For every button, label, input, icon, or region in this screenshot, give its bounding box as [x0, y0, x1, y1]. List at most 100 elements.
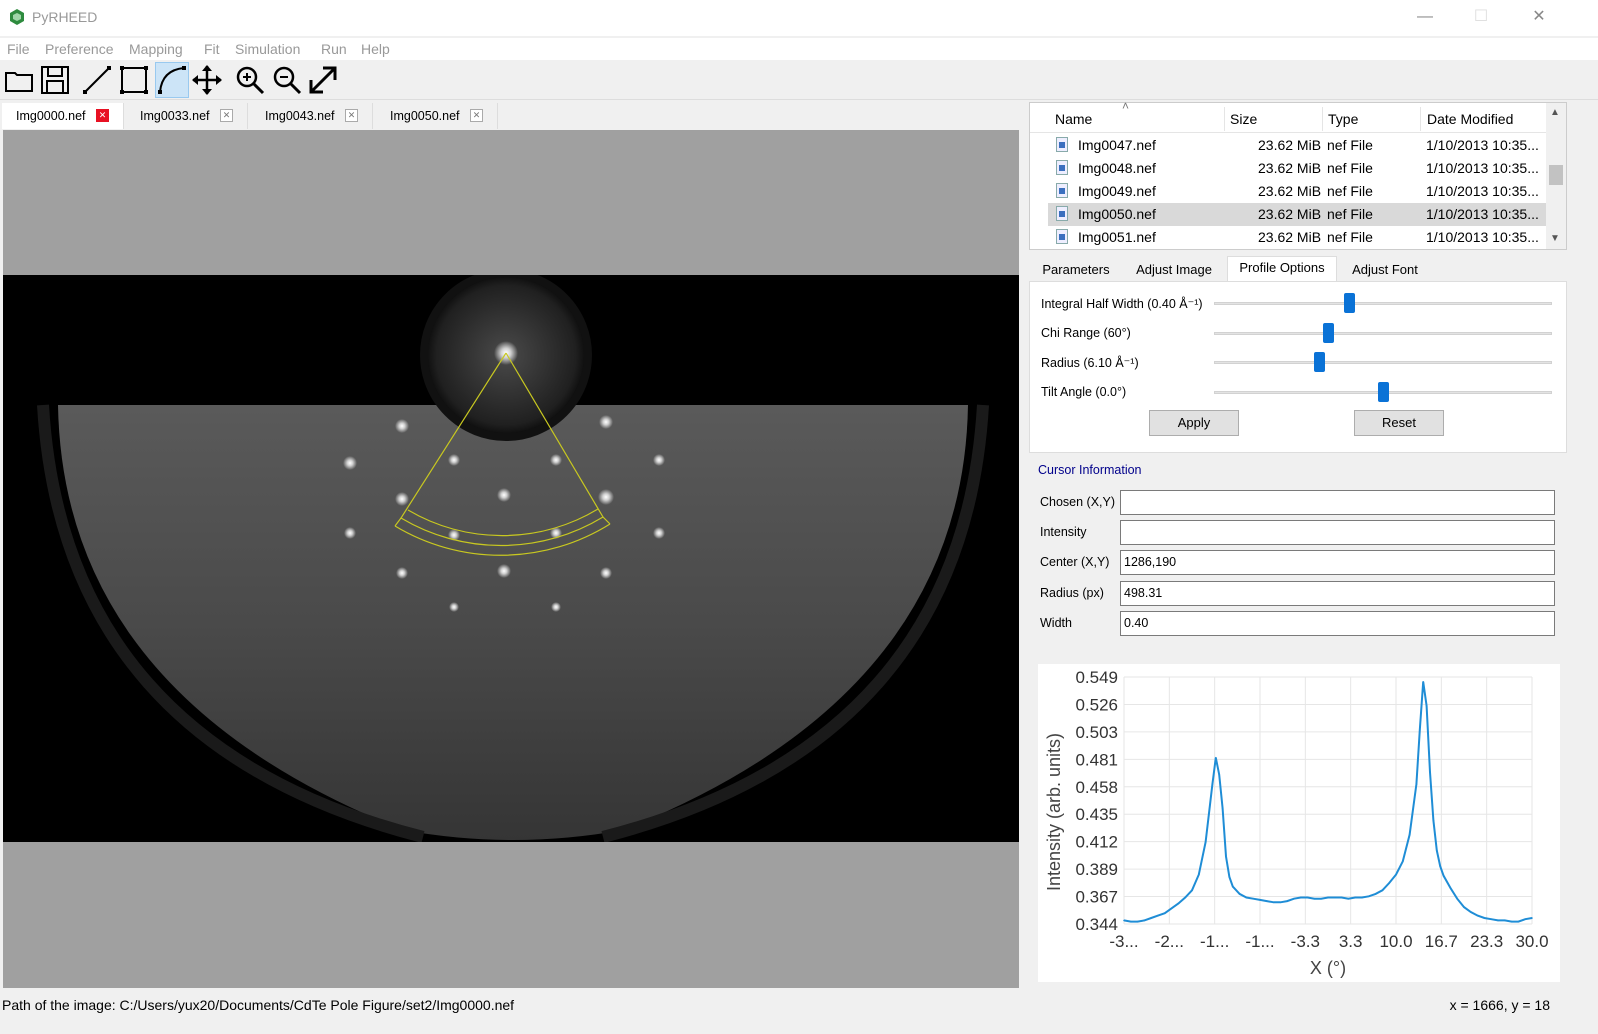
slider-thumb[interactable]	[1323, 323, 1334, 343]
tab-img0050[interactable]: Img0050.nef ✕	[376, 103, 498, 129]
data-point	[1429, 771, 1431, 773]
menu-simulation[interactable]: Simulation	[235, 41, 300, 57]
zoom-in-icon	[236, 66, 265, 95]
slider-track[interactable]	[1214, 332, 1552, 335]
data-point	[1483, 917, 1486, 919]
fit-view-button[interactable]	[306, 62, 340, 98]
data-point	[1252, 897, 1254, 900]
scroll-down-icon[interactable]: ▼	[1550, 233, 1560, 244]
chosen-xy-field[interactable]	[1120, 490, 1555, 515]
zoom-in-button[interactable]	[233, 62, 267, 98]
rheed-pattern-image[interactable]	[3, 275, 1019, 842]
column-type[interactable]: Type	[1328, 111, 1358, 127]
data-point	[1238, 893, 1241, 895]
data-point	[1347, 897, 1350, 900]
y-tick-label: 0.458	[1075, 778, 1118, 797]
file-browser[interactable]: Name ˄ Size Type Date Modified Img0047.n…	[1029, 99, 1567, 250]
tab-img0000[interactable]: Img0000.nef ✕	[2, 103, 124, 129]
data-point	[1150, 917, 1152, 919]
slider-thumb[interactable]	[1344, 293, 1355, 313]
slider-thumb[interactable]	[1314, 352, 1325, 372]
radius-field[interactable]: 498.31	[1120, 581, 1555, 606]
close-tab-icon[interactable]: ✕	[220, 109, 233, 122]
column-size[interactable]: Size	[1230, 111, 1257, 127]
y-tick-label: 0.481	[1075, 750, 1118, 769]
close-tab-icon[interactable]: ✕	[470, 109, 483, 122]
file-name: Img0050.nef	[1078, 206, 1156, 222]
open-button[interactable]	[2, 62, 36, 98]
profile-chart-svg: 0.549 0.526 0.503 0.481 0.458 0.435 0.412 0.389…	[1044, 668, 1549, 978]
menu-help[interactable]: Help	[361, 41, 390, 57]
data-point	[1432, 819, 1435, 822]
arc-tool-button[interactable]	[155, 62, 189, 98]
zoom-out-button[interactable]	[270, 62, 304, 98]
line-tool-button[interactable]	[80, 62, 114, 98]
file-row[interactable]: Img0047.nef 23.62 MiB nef File 1/10/2013…	[1048, 134, 1546, 157]
file-row[interactable]: Img0051.nef 23.62 MiB nef File 1/10/2013…	[1048, 226, 1546, 249]
menu-run[interactable]: Run	[321, 41, 347, 57]
column-divider[interactable]	[1420, 107, 1421, 131]
slider-track[interactable]	[1214, 302, 1552, 305]
column-name[interactable]: Name	[1055, 111, 1092, 127]
tab-adjust-image[interactable]: Adjust Image	[1122, 258, 1226, 282]
maximize-button[interactable]: ☐	[1458, 0, 1504, 34]
menu-fit[interactable]: Fit	[204, 41, 220, 57]
data-point	[1340, 896, 1343, 899]
tab-parameters[interactable]: Parameters	[1032, 258, 1120, 282]
close-tab-icon[interactable]: ✕	[345, 109, 358, 122]
apply-button[interactable]: Apply	[1149, 410, 1239, 436]
data-point	[1354, 896, 1356, 899]
data-point	[1449, 887, 1452, 889]
rectangle-tool-button[interactable]	[117, 62, 151, 98]
column-divider[interactable]	[1224, 107, 1225, 131]
tab-img0043[interactable]: Img0043.nef ✕	[251, 103, 373, 129]
open-folder-icon	[5, 72, 33, 92]
file-row[interactable]: Img0049.nef 23.62 MiB nef File 1/10/2013…	[1048, 180, 1546, 203]
field-label: Chosen (X,Y)	[1040, 495, 1116, 509]
x-tick-label: 10.0	[1379, 932, 1412, 951]
move-tool-button[interactable]	[190, 62, 224, 98]
save-button[interactable]	[38, 62, 72, 98]
file-icon	[1056, 229, 1068, 244]
settings-tab-bar: Parameters Adjust Image Profile Options …	[1029, 256, 1567, 282]
center-xy-field[interactable]: 1286,190	[1120, 550, 1555, 575]
vertical-scrollbar[interactable]: ▲ ▼	[1546, 103, 1566, 249]
data-point	[1259, 899, 1261, 901]
column-divider[interactable]	[1322, 107, 1323, 131]
slider-thumb[interactable]	[1378, 382, 1389, 402]
slider-track[interactable]	[1214, 361, 1552, 364]
image-canvas[interactable]	[3, 130, 1019, 988]
menu-mapping[interactable]: Mapping	[129, 41, 183, 57]
tab-profile-options[interactable]: Profile Options	[1227, 256, 1337, 282]
tab-img0033[interactable]: Img0033.nef ✕	[126, 103, 248, 129]
profile-options-panel: Integral Half Width (0.40 Å⁻¹) Chi Range…	[1029, 281, 1567, 453]
image-path-status: Path of the image: C:/Users/yux20/Docume…	[2, 997, 515, 1013]
data-point	[1368, 895, 1370, 898]
intensity-field[interactable]	[1120, 520, 1555, 545]
data-point	[1177, 902, 1180, 905]
x-tick-label: -3...	[1109, 932, 1138, 951]
close-tab-icon[interactable]: ✕	[96, 109, 109, 122]
file-type: nef File	[1327, 183, 1373, 199]
profile-chart[interactable]: 0.549 0.526 0.503 0.481 0.458 0.435 0.412 0.389…	[1038, 664, 1560, 982]
file-icon	[1056, 206, 1068, 221]
data-point	[1293, 897, 1295, 900]
data-point	[1245, 896, 1248, 899]
file-row-selected[interactable]: Img0050.nef 23.62 MiB nef File 1/10/2013…	[1048, 203, 1546, 226]
column-date-modified[interactable]: Date Modified	[1427, 111, 1513, 127]
data-point	[1225, 855, 1227, 858]
file-row[interactable]: Img0048.nef 23.62 MiB nef File 1/10/2013…	[1048, 157, 1546, 180]
scrollbar-thumb[interactable]	[1549, 165, 1563, 185]
minimize-button[interactable]: —	[1402, 0, 1448, 34]
data-point	[1215, 756, 1217, 759]
menu-file[interactable]: File	[7, 41, 30, 57]
menu-preference[interactable]: Preference	[45, 41, 113, 57]
fit-icon	[309, 66, 337, 94]
sort-indicator-icon: ˄	[1122, 99, 1130, 113]
tab-adjust-font[interactable]: Adjust Font	[1339, 258, 1431, 282]
close-button[interactable]: ✕	[1516, 0, 1562, 34]
scroll-up-icon[interactable]: ▲	[1550, 107, 1560, 118]
reset-button[interactable]: Reset	[1354, 410, 1444, 436]
width-field[interactable]: 0.40	[1120, 611, 1555, 636]
data-point	[1463, 906, 1465, 908]
